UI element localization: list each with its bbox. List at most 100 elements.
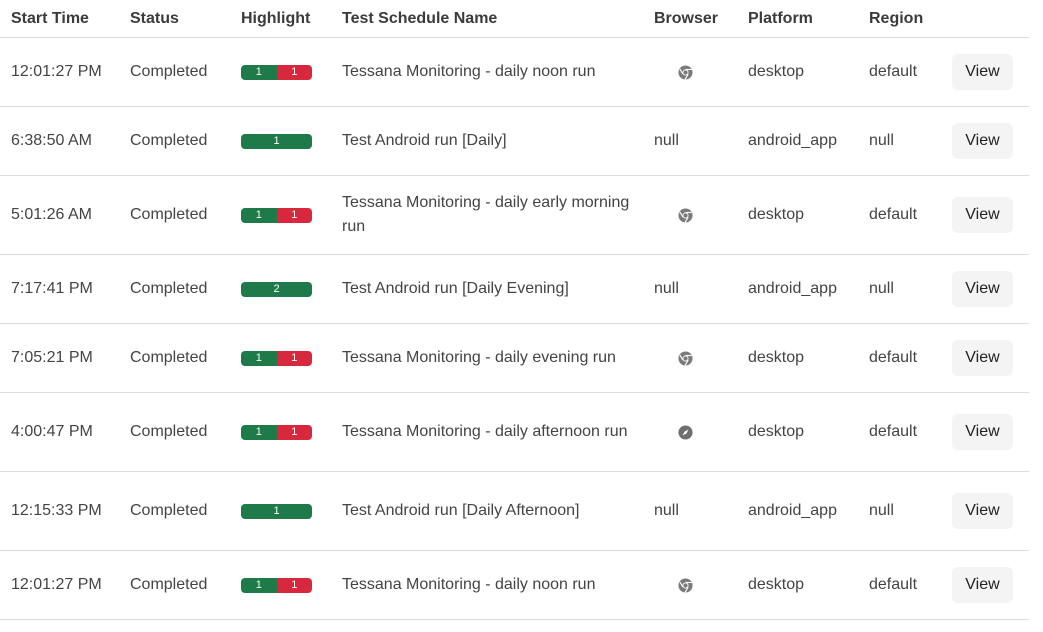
region-cell: null bbox=[869, 106, 952, 176]
fail-count: 1 bbox=[276, 424, 312, 440]
header-platform[interactable]: Platform bbox=[748, 0, 869, 38]
table-row: 5:01:26 AM Completed 1 1 Tessana Monitoring … bbox=[0, 175, 1029, 255]
action-cell: View bbox=[952, 37, 1029, 107]
chrome-icon bbox=[678, 64, 693, 80]
browser-text: null bbox=[654, 502, 679, 519]
action-cell: View bbox=[952, 254, 1029, 324]
platform-cell: android_app bbox=[748, 254, 869, 324]
region-cell: null bbox=[869, 471, 952, 551]
table-row: 6:38:50 AM Completed 1 Test Android run [Da… bbox=[0, 106, 1029, 176]
table-row: 4:00:47 PM Completed 1 1 Tessana Monitoring … bbox=[0, 392, 1029, 472]
table-row: 7:05:21 PM Completed 1 1 Tessana Monitoring … bbox=[0, 323, 1029, 393]
highlight-cell: 11 bbox=[241, 392, 342, 472]
browser-cell bbox=[654, 37, 748, 107]
test-schedule-name-cell: Tessana Monitoring - daily evening run bbox=[342, 323, 654, 393]
view-button[interactable]: View bbox=[952, 567, 1013, 603]
header-highlight[interactable]: Highlight bbox=[241, 0, 342, 38]
start-time-cell: 4:00:47 PM bbox=[0, 392, 130, 472]
region-cell: default bbox=[869, 175, 952, 255]
action-cell: View bbox=[952, 323, 1029, 393]
status-cell: Completed bbox=[130, 392, 241, 472]
view-button[interactable]: View bbox=[952, 414, 1013, 450]
highlight-badge: 11 bbox=[241, 207, 312, 223]
region-cell: null bbox=[869, 254, 952, 324]
browser-cell bbox=[654, 175, 748, 255]
region-cell: default bbox=[869, 323, 952, 393]
highlight-badge: 11 bbox=[241, 424, 312, 440]
table-row: 12:15:33 PM Completed 1 Test Android run [D… bbox=[0, 471, 1029, 551]
view-button[interactable]: View bbox=[952, 54, 1013, 90]
region-cell: default bbox=[869, 37, 952, 107]
test-schedule-name-cell: Test Android run [Daily] bbox=[342, 106, 654, 176]
highlight-badge: 2 bbox=[241, 281, 312, 297]
platform-cell: android_app bbox=[748, 471, 869, 551]
header-browser[interactable]: Browser bbox=[654, 0, 748, 38]
pass-count: 1 bbox=[241, 424, 277, 440]
platform-cell: desktop bbox=[748, 175, 869, 255]
table-header-row: Start Time Status Highlight Test Schedul… bbox=[0, 0, 1029, 38]
chrome-icon bbox=[678, 350, 693, 366]
region-cell: default bbox=[869, 550, 952, 620]
test-schedule-name-cell: Test Android run [Daily Evening] bbox=[342, 254, 654, 324]
status-cell: Completed bbox=[130, 106, 241, 176]
pass-count: 1 bbox=[241, 133, 312, 149]
status-cell: Completed bbox=[130, 323, 241, 393]
start-time-cell: 7:17:41 PM bbox=[0, 254, 130, 324]
highlight-cell: 11 bbox=[241, 37, 342, 107]
highlight-badge: 11 bbox=[241, 577, 312, 593]
pass-count: 1 bbox=[241, 64, 277, 80]
browser-cell bbox=[654, 392, 748, 472]
fail-count: 1 bbox=[276, 350, 312, 366]
status-cell: Completed bbox=[130, 175, 241, 255]
header-test-schedule-name[interactable]: Test Schedule Name bbox=[342, 0, 654, 38]
highlight-badge: 1 bbox=[241, 503, 312, 519]
browser-cell: null bbox=[654, 471, 748, 551]
platform-cell: desktop bbox=[748, 37, 869, 107]
pass-count: 2 bbox=[241, 281, 312, 297]
header-status[interactable]: Status bbox=[130, 0, 241, 38]
action-cell: View bbox=[952, 471, 1029, 551]
test-schedule-name-cell: Tessana Monitoring - daily noon run bbox=[342, 550, 654, 620]
header-start-time[interactable]: Start Time bbox=[0, 0, 130, 38]
browser-text: null bbox=[654, 132, 679, 149]
test-schedule-name-cell: Tessana Monitoring - daily afternoon run bbox=[342, 392, 654, 472]
status-cell: Completed bbox=[130, 550, 241, 620]
pass-count: 1 bbox=[241, 207, 277, 223]
highlight-badge: 11 bbox=[241, 350, 312, 366]
browser-cell bbox=[654, 323, 748, 393]
platform-cell: desktop bbox=[748, 323, 869, 393]
browser-cell: null bbox=[654, 254, 748, 324]
chrome-icon bbox=[678, 577, 693, 593]
highlight-cell: 11 bbox=[241, 323, 342, 393]
highlight-cell: 1 bbox=[241, 106, 342, 176]
safari-icon bbox=[678, 424, 693, 440]
pass-count: 1 bbox=[241, 577, 277, 593]
pass-count: 1 bbox=[241, 350, 277, 366]
highlight-cell: 11 bbox=[241, 550, 342, 620]
chrome-icon bbox=[678, 207, 693, 223]
view-button[interactable]: View bbox=[952, 493, 1013, 529]
header-region[interactable]: Region bbox=[869, 0, 952, 38]
test-runs-table: Start Time Status Highlight Test Schedul… bbox=[0, 0, 1029, 620]
table-row: 12:01:27 PM Completed 1 1 Tessana Monitoring… bbox=[0, 550, 1029, 620]
start-time-cell: 6:38:50 AM bbox=[0, 106, 130, 176]
view-button[interactable]: View bbox=[952, 271, 1013, 307]
start-time-cell: 7:05:21 PM bbox=[0, 323, 130, 393]
platform-cell: desktop bbox=[748, 550, 869, 620]
highlight-cell: 11 bbox=[241, 175, 342, 255]
status-cell: Completed bbox=[130, 471, 241, 551]
test-schedule-name-cell: Test Android run [Daily Afternoon] bbox=[342, 471, 654, 551]
browser-text: null bbox=[654, 280, 679, 297]
action-cell: View bbox=[952, 550, 1029, 620]
platform-cell: android_app bbox=[748, 106, 869, 176]
header-actions bbox=[952, 0, 1029, 38]
highlight-badge: 1 bbox=[241, 133, 312, 149]
view-button[interactable]: View bbox=[952, 197, 1013, 233]
fail-count: 1 bbox=[276, 64, 312, 80]
status-cell: Completed bbox=[130, 37, 241, 107]
view-button[interactable]: View bbox=[952, 123, 1013, 159]
browser-cell bbox=[654, 550, 748, 620]
view-button[interactable]: View bbox=[952, 340, 1013, 376]
action-cell: View bbox=[952, 175, 1029, 255]
pass-count: 1 bbox=[241, 503, 312, 519]
